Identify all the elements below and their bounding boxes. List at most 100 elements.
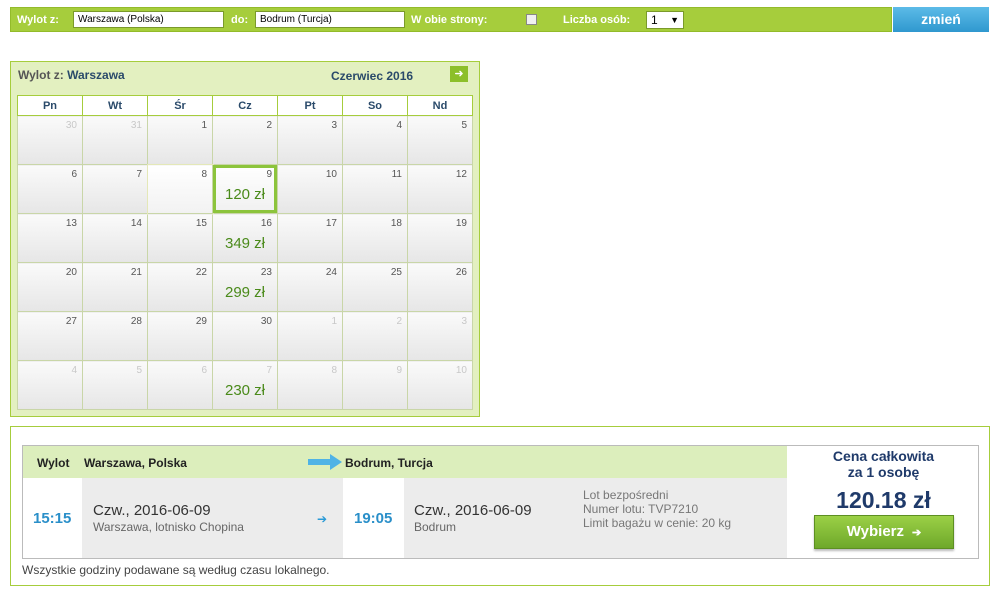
- next-month-icon[interactable]: ➜: [450, 66, 468, 82]
- day-number: 21: [130, 267, 142, 278]
- price-label-line2: za 1 osobę: [847, 464, 920, 480]
- day-number: 4: [71, 365, 77, 376]
- chevron-down-icon: ▼: [670, 15, 679, 25]
- from-input[interactable]: [73, 11, 224, 28]
- price-calendar: Wylot z: Warszawa Czerwiec 2016 ➜ Pn Wt Śr…: [10, 61, 480, 417]
- direct-flight-info: Lot bezpośredni: [583, 488, 669, 502]
- calendar-day: 13: [17, 213, 83, 263]
- day-number: 28: [130, 316, 142, 327]
- day-price: 299 zł: [224, 284, 266, 301]
- from-label: Wylot z:: [17, 14, 59, 26]
- day-number: 12: [455, 169, 467, 180]
- flight-header-label: Wylot: [37, 456, 70, 470]
- weekday-header: So: [342, 95, 408, 116]
- day-number: 8: [331, 365, 337, 376]
- day-number: 25: [390, 267, 402, 278]
- to-input[interactable]: [255, 11, 405, 28]
- direction-arrow-icon: [308, 454, 342, 470]
- day-number: 29: [195, 316, 207, 327]
- calendar-day: 1: [147, 115, 213, 165]
- weekday-header: Nd: [407, 95, 473, 116]
- day-number: 14: [130, 218, 142, 229]
- day-number: 4: [396, 120, 402, 131]
- day-number: 19: [455, 218, 467, 229]
- calendar-day: 9: [342, 360, 408, 410]
- day-number: 2: [396, 316, 402, 327]
- day-number: 18: [390, 218, 402, 229]
- calendar-day-with-price[interactable]: 16 349 zł: [212, 213, 278, 263]
- calendar-week: 30 31 1 2 3 4 5: [17, 115, 473, 165]
- calendar-day: 29: [147, 311, 213, 361]
- departure-time: 15:15: [33, 510, 72, 527]
- calendar-day: 30: [212, 311, 278, 361]
- departure-airport: Warszawa, lotnisko Chopina: [93, 520, 244, 534]
- day-number: 6: [201, 365, 207, 376]
- weekday-header: Cz: [212, 95, 278, 116]
- local-time-note: Wszystkie godziny podawane są według cza…: [22, 563, 330, 577]
- select-flight-button[interactable]: Wybierz ➔: [814, 515, 954, 549]
- day-price: 120 zł: [224, 186, 266, 203]
- calendar-day: 8: [146, 163, 214, 215]
- calendar-day: 4: [17, 360, 83, 410]
- calendar-day: 5: [82, 360, 148, 410]
- search-bar: Wylot z: do: W obie strony: Liczba osób:…: [10, 7, 892, 32]
- calendar-day-with-price[interactable]: 9 120 zł: [212, 164, 278, 214]
- day-number: 3: [331, 120, 337, 131]
- calendar-day: 2: [212, 115, 278, 165]
- to-label: do:: [231, 14, 249, 26]
- flight-number-info: Numer lotu: TVP7210: [583, 502, 699, 516]
- day-number: 30: [260, 316, 272, 327]
- calendar-day: 1: [277, 311, 343, 361]
- price-amount: 120.18 zł: [836, 487, 931, 513]
- calendar-week: 4 5 6 7 230 zł 8 9 10: [17, 360, 473, 410]
- calendar-day-with-price[interactable]: 7 230 zł: [212, 360, 278, 410]
- calendar-day: 4: [342, 115, 408, 165]
- persons-select[interactable]: 1 ▼: [646, 11, 684, 29]
- day-number: 22: [195, 267, 207, 278]
- both-ways-checkbox[interactable]: [526, 14, 537, 25]
- calendar-day: 2: [342, 311, 408, 361]
- calendar-day: 10: [277, 164, 343, 214]
- weekday-header: Wt: [82, 95, 148, 116]
- day-number: 16: [260, 218, 272, 229]
- calendar-day-with-price[interactable]: 23 299 zł: [212, 262, 278, 312]
- calendar-origin-city: Warszawa: [67, 68, 125, 82]
- calendar-day: 3: [407, 311, 473, 361]
- baggage-info: Limit bagażu w cenie: 20 kg: [583, 516, 732, 530]
- day-number: 9: [396, 365, 402, 376]
- calendar-day: 12: [407, 164, 473, 214]
- calendar-origin-prefix: Wylot z:: [18, 68, 64, 82]
- change-search-button[interactable]: zmień: [893, 7, 989, 32]
- weekday-header: Pn: [17, 95, 83, 116]
- day-number: 6: [71, 169, 77, 180]
- calendar-day: 11: [342, 164, 408, 214]
- price-panel: Cena całkowita za 1 osobę 120.18 zł Wybi…: [788, 446, 979, 558]
- day-number: 5: [136, 365, 142, 376]
- calendar-day: 24: [277, 262, 343, 312]
- calendar-week: 6 7 8 9 120 zł 10 11 12: [17, 163, 473, 215]
- day-number: 20: [65, 267, 77, 278]
- day-number: 3: [461, 316, 467, 327]
- flight-origin: Warszawa, Polska: [84, 456, 187, 470]
- flight-header: Wylot Warszawa, Polska Bodrum, Turcja: [23, 446, 787, 478]
- calendar-day: 7: [82, 164, 148, 214]
- calendar-day: 3: [277, 115, 343, 165]
- day-number: 9: [266, 169, 272, 180]
- day-number: 7: [266, 365, 272, 376]
- persons-label: Liczba osób:: [563, 14, 631, 26]
- calendar-day: 27: [17, 311, 83, 361]
- day-number: 1: [201, 120, 207, 131]
- day-number: 10: [325, 169, 337, 180]
- calendar-day: 14: [82, 213, 148, 263]
- calendar-month: Czerwiec 2016: [331, 69, 414, 83]
- day-number: 30: [65, 120, 77, 131]
- day-number: 10: [455, 365, 467, 376]
- arrival-time: 19:05: [354, 510, 393, 527]
- day-number: 5: [461, 120, 467, 131]
- flight-destination: Bodrum, Turcja: [345, 456, 433, 470]
- day-price: 230 zł: [224, 382, 266, 399]
- calendar-day: 10: [407, 360, 473, 410]
- calendar-day: 17: [277, 213, 343, 263]
- calendar-week: 20 21 22 23 299 zł 24 25 26: [17, 262, 473, 312]
- day-number: 27: [65, 316, 77, 327]
